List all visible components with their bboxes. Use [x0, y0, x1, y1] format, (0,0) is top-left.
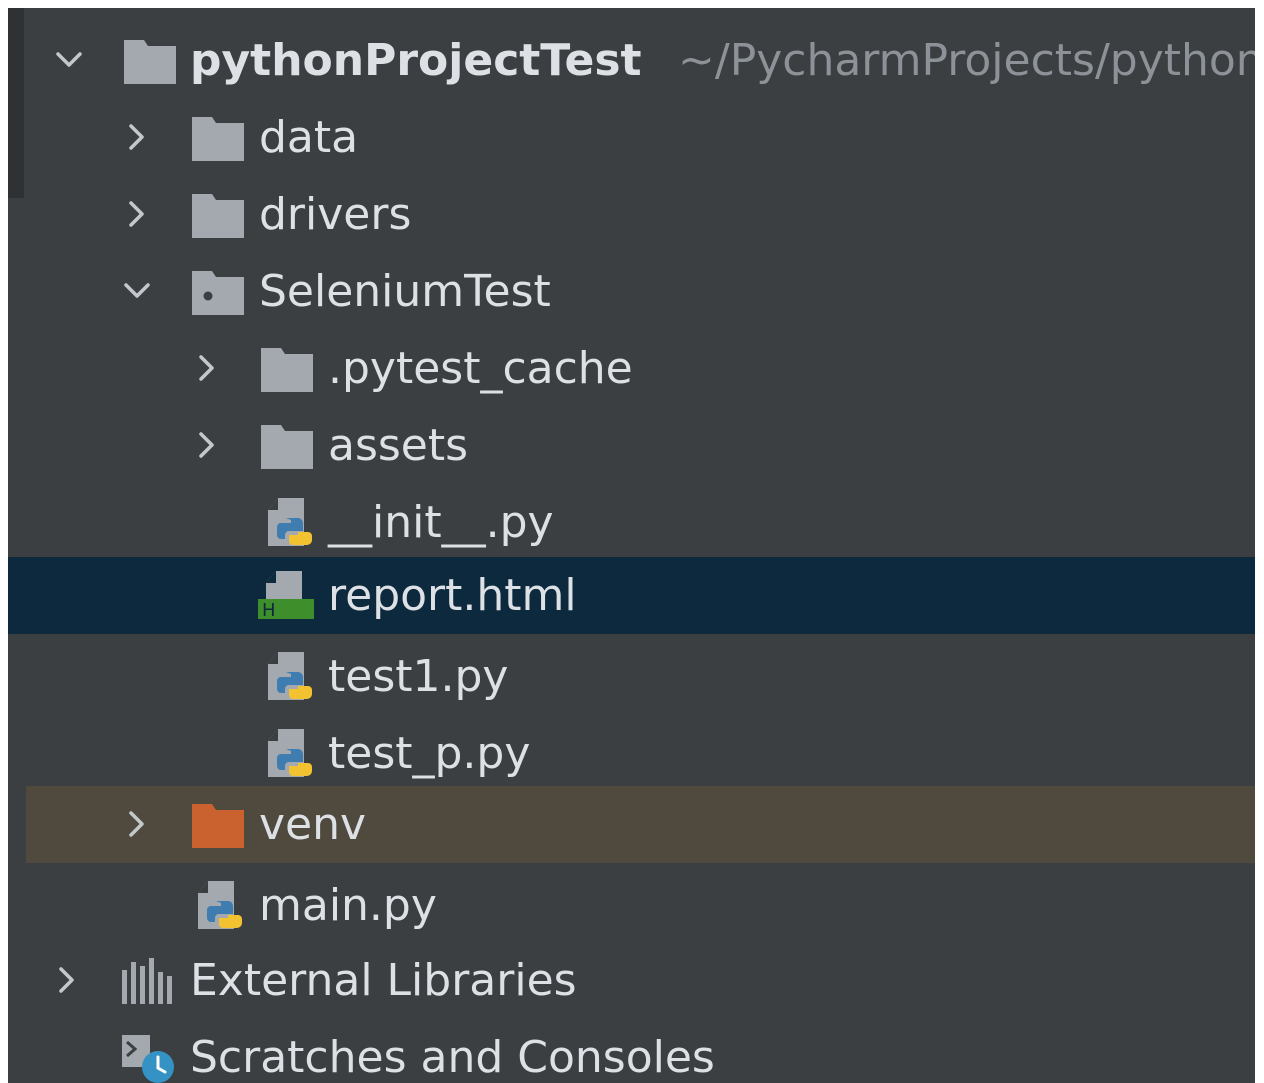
scratches-icon [120, 1031, 176, 1083]
tree-row-main-py[interactable]: main.py [8, 867, 1255, 944]
folder-icon [122, 34, 178, 86]
tree-row-report-html[interactable]: H report.html [8, 557, 1255, 634]
html-file-icon: H [258, 569, 314, 621]
project-tool-window: pythonProjectTest ~/PycharmProjects/pyth… [8, 8, 1255, 1083]
tree-item-label: report.html [328, 570, 577, 621]
tree-item-label: venv [259, 799, 367, 850]
tree-row-test-p-py[interactable]: test_p.py [8, 715, 1255, 792]
external-libraries-label: External Libraries [190, 955, 577, 1006]
tree-row-init-py[interactable]: __init__.py [8, 484, 1255, 561]
chevron-down-icon[interactable] [120, 274, 154, 308]
tree-row-venv[interactable]: venv [26, 786, 1255, 863]
tree-item-label: data [259, 112, 359, 163]
tree-item-label: drivers [259, 189, 412, 240]
chevron-right-icon[interactable] [190, 351, 224, 385]
folder-icon [259, 342, 315, 394]
folder-icon [259, 419, 315, 471]
tree-item-label: assets [328, 420, 469, 471]
chevron-right-icon[interactable] [50, 963, 84, 997]
tree-item-label: test_p.py [328, 728, 531, 779]
tree-row-assets[interactable]: assets [8, 407, 1255, 484]
html-badge: H [262, 600, 276, 621]
package-folder-icon [190, 265, 246, 317]
tree-row-test1-py[interactable]: test1.py [8, 638, 1255, 715]
chevron-right-icon[interactable] [120, 120, 154, 154]
tree-row-root[interactable]: pythonProjectTest ~/PycharmProjects/pyth… [8, 22, 1255, 99]
folder-icon [190, 188, 246, 240]
libraries-icon [120, 954, 176, 1006]
chevron-down-icon[interactable] [52, 43, 86, 77]
tree-item-label: SeleniumTest [259, 266, 551, 317]
scratches-label: Scratches and Consoles [190, 1032, 715, 1083]
tree-row-seleniumtest[interactable]: SeleniumTest [8, 253, 1255, 330]
python-file-icon [264, 650, 320, 702]
tree-row-scratches[interactable]: Scratches and Consoles [8, 1019, 1255, 1083]
root-project-path: ~/PycharmProjects/pythonProjectTest [678, 35, 1255, 86]
tree-item-label: __init__.py [328, 497, 554, 548]
chevron-right-icon[interactable] [190, 428, 224, 462]
tree-row-external-libraries[interactable]: External Libraries [8, 942, 1255, 1019]
root-project-name: pythonProjectTest [190, 35, 642, 86]
python-file-icon [264, 727, 320, 779]
tree-item-label: test1.py [328, 651, 509, 702]
python-file-icon [194, 879, 250, 931]
chevron-right-icon[interactable] [120, 807, 154, 841]
tree-item-label: .pytest_cache [328, 343, 633, 394]
excluded-folder-icon [190, 798, 246, 850]
tree-row-drivers[interactable]: drivers [8, 176, 1255, 253]
tree-row-pytest-cache[interactable]: .pytest_cache [8, 330, 1255, 407]
folder-icon [190, 111, 246, 163]
python-file-icon [264, 496, 320, 548]
tree-row-data[interactable]: data [8, 99, 1255, 176]
tree-item-label: main.py [259, 880, 437, 931]
chevron-right-icon[interactable] [120, 197, 154, 231]
